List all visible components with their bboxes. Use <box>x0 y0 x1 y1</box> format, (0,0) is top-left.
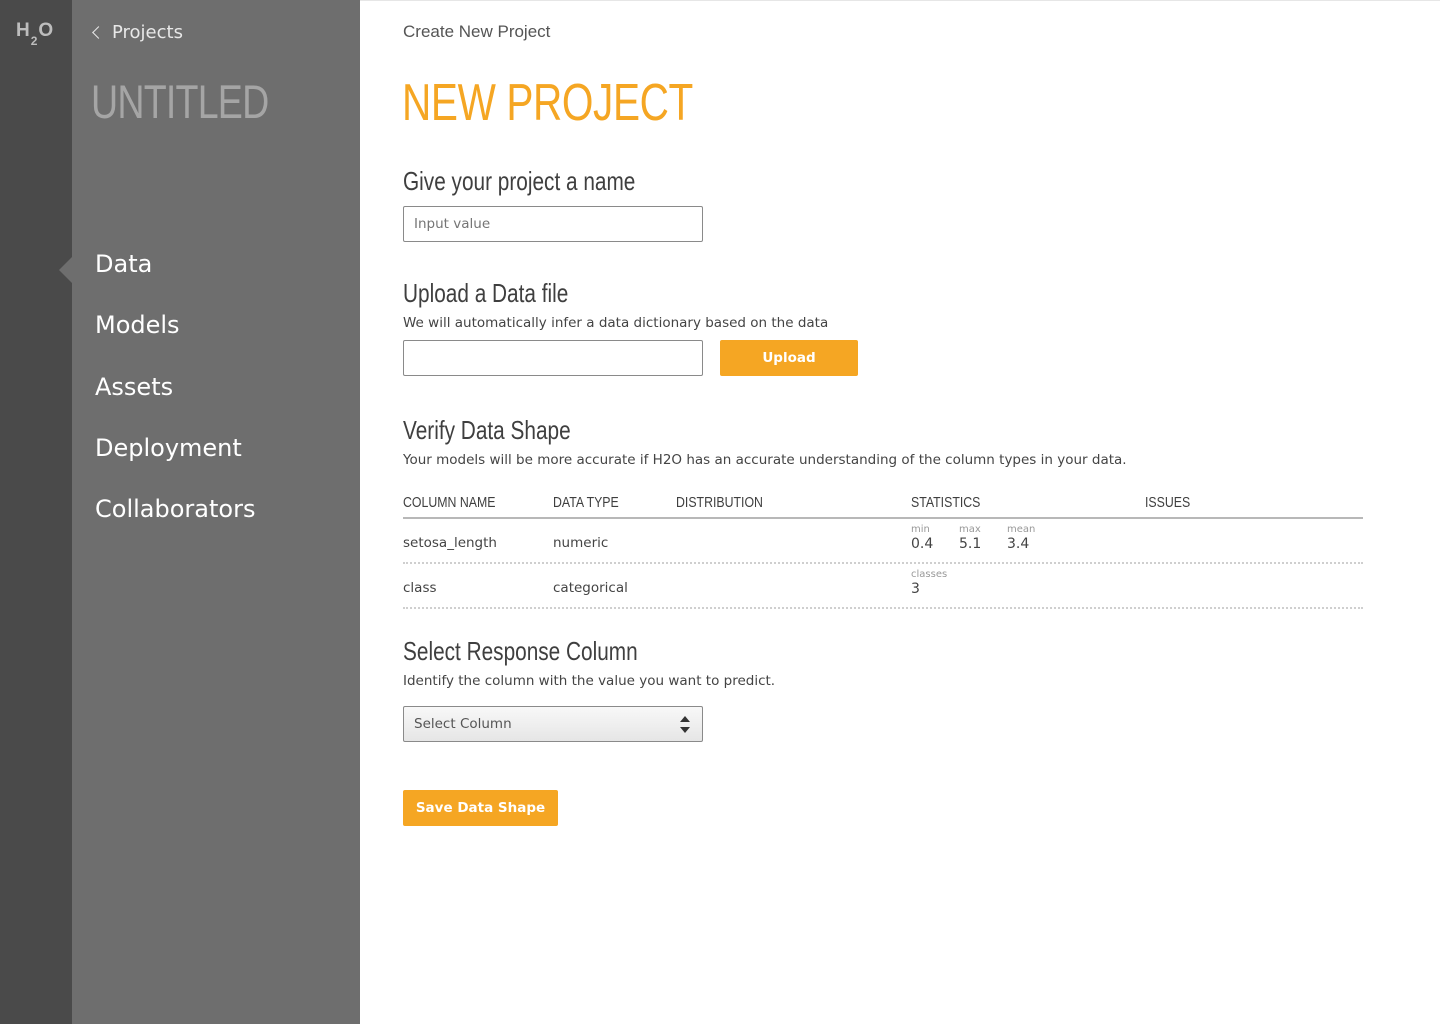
select-arrows-icon <box>680 716 690 734</box>
name-section-heading: Give your project a name <box>403 166 636 196</box>
back-to-projects-link[interactable]: Projects <box>92 22 183 43</box>
stat-value: 3.4 <box>1007 536 1030 552</box>
cell-data-type: categorical <box>553 580 628 596</box>
table-header: COLUMN NAME DATA TYPE DISTRIBUTION STATI… <box>403 489 1363 519</box>
upload-file-input[interactable] <box>403 340 703 376</box>
icon-rail: H2O <box>0 0 72 1024</box>
sidebar-item-collaborators[interactable]: Collaborators <box>72 490 360 551</box>
stat-label: min <box>911 524 930 535</box>
cell-column-name: setosa_length <box>403 535 497 551</box>
upload-description: We will automatically infer a data dicti… <box>403 315 829 331</box>
table-row[interactable]: setosa_length numeric min 0.4 max 5.1 me… <box>403 519 1363 564</box>
select-value: Select Column <box>414 716 512 732</box>
project-title: UNTITLED <box>91 75 269 128</box>
column-header-name: COLUMN NAME <box>403 495 496 511</box>
stat-value: 5.1 <box>959 536 982 552</box>
project-name-input[interactable] <box>403 206 703 242</box>
data-shape-table: COLUMN NAME DATA TYPE DISTRIBUTION STATI… <box>403 489 1363 609</box>
sidebar-item-deployment[interactable]: Deployment <box>72 429 360 490</box>
back-label: Projects <box>112 22 183 43</box>
stat-label: max <box>959 524 981 535</box>
verify-description: Your models will be more accurate if H2O… <box>403 452 1127 468</box>
verify-section-heading: Verify Data Shape <box>403 415 571 445</box>
sidebar-item-models[interactable]: Models <box>72 306 360 367</box>
sidebar: Projects UNTITLED Data Models Assets Dep… <box>59 0 360 1024</box>
logo-subscript: 2 <box>30 33 38 48</box>
stat-min: min 0.4 <box>911 524 933 552</box>
h2o-logo[interactable]: H2O <box>16 20 54 48</box>
column-header-type: DATA TYPE <box>553 495 619 511</box>
cell-data-type: numeric <box>553 535 609 551</box>
upload-section-heading: Upload a Data file <box>403 278 569 308</box>
page-title: NEW PROJECT <box>402 74 693 132</box>
logo-o: O <box>38 20 54 41</box>
response-section-heading: Select Response Column <box>403 636 638 666</box>
stat-classes: classes 3 <box>911 569 947 597</box>
table-row[interactable]: class categorical classes 3 <box>403 564 1363 609</box>
stat-label: classes <box>911 569 948 580</box>
logo-h: H <box>16 20 30 41</box>
stat-label: mean <box>1007 524 1036 535</box>
chevron-left-icon <box>92 26 105 39</box>
sidebar-nav: Data Models Assets Deployment Collaborat… <box>59 245 360 551</box>
column-header-distribution: DISTRIBUTION <box>676 495 763 511</box>
stat-value: 3 <box>911 581 920 597</box>
column-header-issues: ISSUES <box>1145 495 1191 511</box>
cell-column-name: class <box>403 580 437 596</box>
sidebar-item-assets[interactable]: Assets <box>72 368 360 429</box>
response-description: Identify the column with the value you w… <box>403 673 776 689</box>
stat-mean: mean 3.4 <box>1007 524 1035 552</box>
response-column-select[interactable]: Select Column <box>403 706 703 742</box>
breadcrumb: Create New Project <box>403 22 551 41</box>
column-header-statistics: STATISTICS <box>911 495 981 511</box>
save-data-shape-button[interactable]: Save Data Shape <box>403 790 558 826</box>
stat-max: max 5.1 <box>959 524 981 552</box>
stat-value: 0.4 <box>911 536 934 552</box>
sidebar-item-data[interactable]: Data <box>59 245 360 306</box>
upload-button[interactable]: Upload <box>720 340 858 376</box>
main-content: Create New Project NEW PROJECT Give your… <box>360 0 1440 1024</box>
